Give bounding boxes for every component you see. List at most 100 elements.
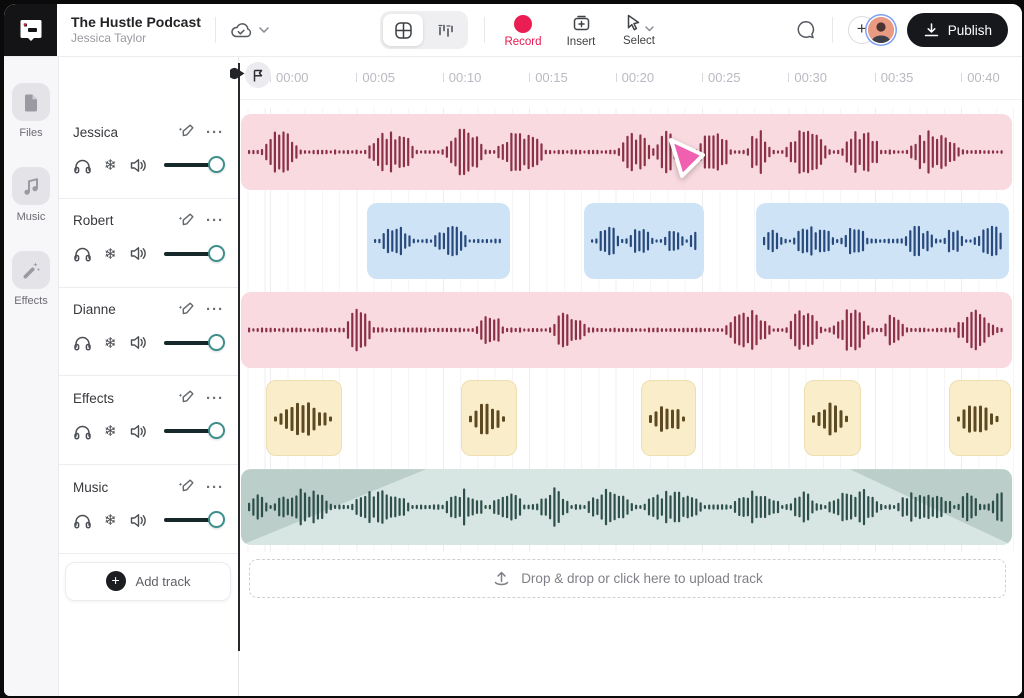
waveform [950, 381, 1011, 456]
divider [484, 17, 485, 43]
tick-label: 00:00 [276, 70, 309, 85]
audio-clip-effects[interactable] [266, 380, 342, 456]
track-name: Jessica [73, 125, 118, 140]
volume-slider-knob[interactable] [208, 245, 225, 262]
sidebar-item-music[interactable]: Music [12, 167, 50, 223]
magic-edit-icon[interactable] [176, 389, 194, 407]
track-more-button[interactable]: ··· [206, 212, 224, 229]
volume-slider[interactable] [164, 518, 216, 522]
app-logo[interactable] [4, 4, 57, 56]
timeline-ruler[interactable]: 00:00 00:05 00:10 00:15 00:20 00:25 00:3… [239, 57, 1022, 100]
playhead-line[interactable] [238, 63, 240, 651]
freeze-icon[interactable]: ❄ [104, 511, 117, 529]
comments-button[interactable] [795, 19, 817, 41]
headphones-icon[interactable] [73, 423, 92, 440]
avatar[interactable] [868, 17, 894, 43]
track-more-button[interactable]: ··· [206, 301, 224, 318]
volume-icon[interactable] [129, 157, 148, 174]
tick-mark [443, 73, 444, 82]
volume-slider[interactable] [164, 429, 216, 433]
magic-edit-icon[interactable] [176, 478, 194, 496]
track-more-button[interactable]: ··· [206, 479, 224, 496]
volume-icon[interactable] [129, 512, 148, 529]
audio-clip-dianne[interactable] [241, 292, 1012, 368]
audio-clip-robert[interactable] [584, 203, 704, 279]
file-icon [12, 83, 50, 121]
project-info[interactable]: The Hustle Podcast Jessica Taylor [71, 14, 201, 47]
tick-mark [529, 73, 530, 82]
audio-clip-effects[interactable] [641, 380, 696, 456]
waveform [805, 381, 861, 456]
sync-status-button[interactable] [230, 21, 269, 39]
freeze-icon[interactable]: ❄ [104, 156, 117, 174]
collab-cursor-icon [665, 136, 707, 180]
magic-edit-icon[interactable] [176, 301, 194, 319]
sidebar-item-label: Effects [14, 295, 47, 307]
volume-slider-knob[interactable] [208, 422, 225, 439]
volume-slider-knob[interactable] [208, 334, 225, 351]
sidebar-item-effects[interactable]: Effects [12, 251, 50, 307]
tick-label: 00:10 [449, 70, 482, 85]
freeze-icon[interactable]: ❄ [104, 245, 117, 263]
headphones-icon[interactable] [73, 512, 92, 529]
record-button[interactable]: Record [501, 13, 545, 48]
headphones-icon[interactable] [73, 334, 92, 351]
headphones-icon[interactable] [73, 245, 92, 262]
layout-view-button[interactable] [383, 14, 423, 46]
select-label: Select [623, 35, 655, 47]
sequencer-view-button[interactable] [425, 14, 465, 46]
upload-track-dropzone[interactable]: Drop & drop or click here to upload trac… [249, 559, 1006, 598]
magic-edit-icon[interactable] [176, 212, 194, 230]
tick-label: 00:35 [881, 70, 914, 85]
audio-clip-effects[interactable] [804, 380, 861, 456]
audio-clip-robert[interactable] [756, 203, 1009, 279]
headphones-icon[interactable] [73, 157, 92, 174]
volume-slider[interactable] [164, 163, 216, 167]
freeze-icon[interactable]: ❄ [104, 422, 117, 440]
flag-icon [251, 68, 265, 83]
waveform [462, 381, 517, 456]
plus-icon: + [106, 571, 126, 591]
audio-clip-jessica[interactable] [241, 114, 1012, 190]
playhead-pin[interactable] [230, 65, 246, 82]
waveform [241, 114, 1012, 190]
ruler-tick: 00:35 [875, 70, 914, 85]
project-title: The Hustle Podcast [71, 14, 201, 32]
avatar-image [868, 17, 894, 43]
ruler-tick: 00:30 [788, 70, 827, 85]
insert-label: Insert [567, 36, 596, 48]
audio-clip-robert[interactable] [367, 203, 510, 279]
volume-slider[interactable] [164, 252, 216, 256]
marker-flag-button[interactable] [245, 62, 271, 88]
track-more-button[interactable]: ··· [206, 124, 224, 141]
volume-slider-knob[interactable] [208, 511, 225, 528]
freeze-icon[interactable]: ❄ [104, 334, 117, 352]
add-track-button[interactable]: + Add track [65, 562, 231, 601]
timeline[interactable]: 00:00 00:05 00:10 00:15 00:20 00:25 00:3… [239, 57, 1022, 696]
volume-icon[interactable] [129, 334, 148, 351]
audio-clip-effects[interactable] [949, 380, 1011, 456]
timeline-row-jessica [239, 108, 1022, 197]
volume-icon[interactable] [129, 423, 148, 440]
chevron-down-icon [259, 27, 269, 33]
insert-button[interactable]: Insert [559, 13, 603, 48]
tick-label: 00:20 [622, 70, 655, 85]
select-button[interactable]: Select [617, 13, 661, 47]
project-author: Jessica Taylor [71, 31, 201, 46]
volume-slider-knob[interactable] [208, 156, 225, 173]
magic-wand-icon [12, 251, 50, 289]
tick-mark [961, 73, 962, 82]
timeline-row-music [239, 463, 1022, 552]
audio-clip-effects[interactable] [461, 380, 517, 456]
track-more-button[interactable]: ··· [206, 390, 224, 407]
tick-mark [702, 73, 703, 82]
timeline-row-robert [239, 197, 1022, 286]
waveform [241, 292, 1012, 368]
publish-button[interactable]: Publish [907, 13, 1008, 47]
publish-label: Publish [948, 23, 992, 38]
volume-icon[interactable] [129, 245, 148, 262]
audio-clip-music[interactable] [241, 469, 1012, 545]
magic-edit-icon[interactable] [176, 123, 194, 141]
sidebar-item-files[interactable]: Files [12, 83, 50, 139]
volume-slider[interactable] [164, 341, 216, 345]
